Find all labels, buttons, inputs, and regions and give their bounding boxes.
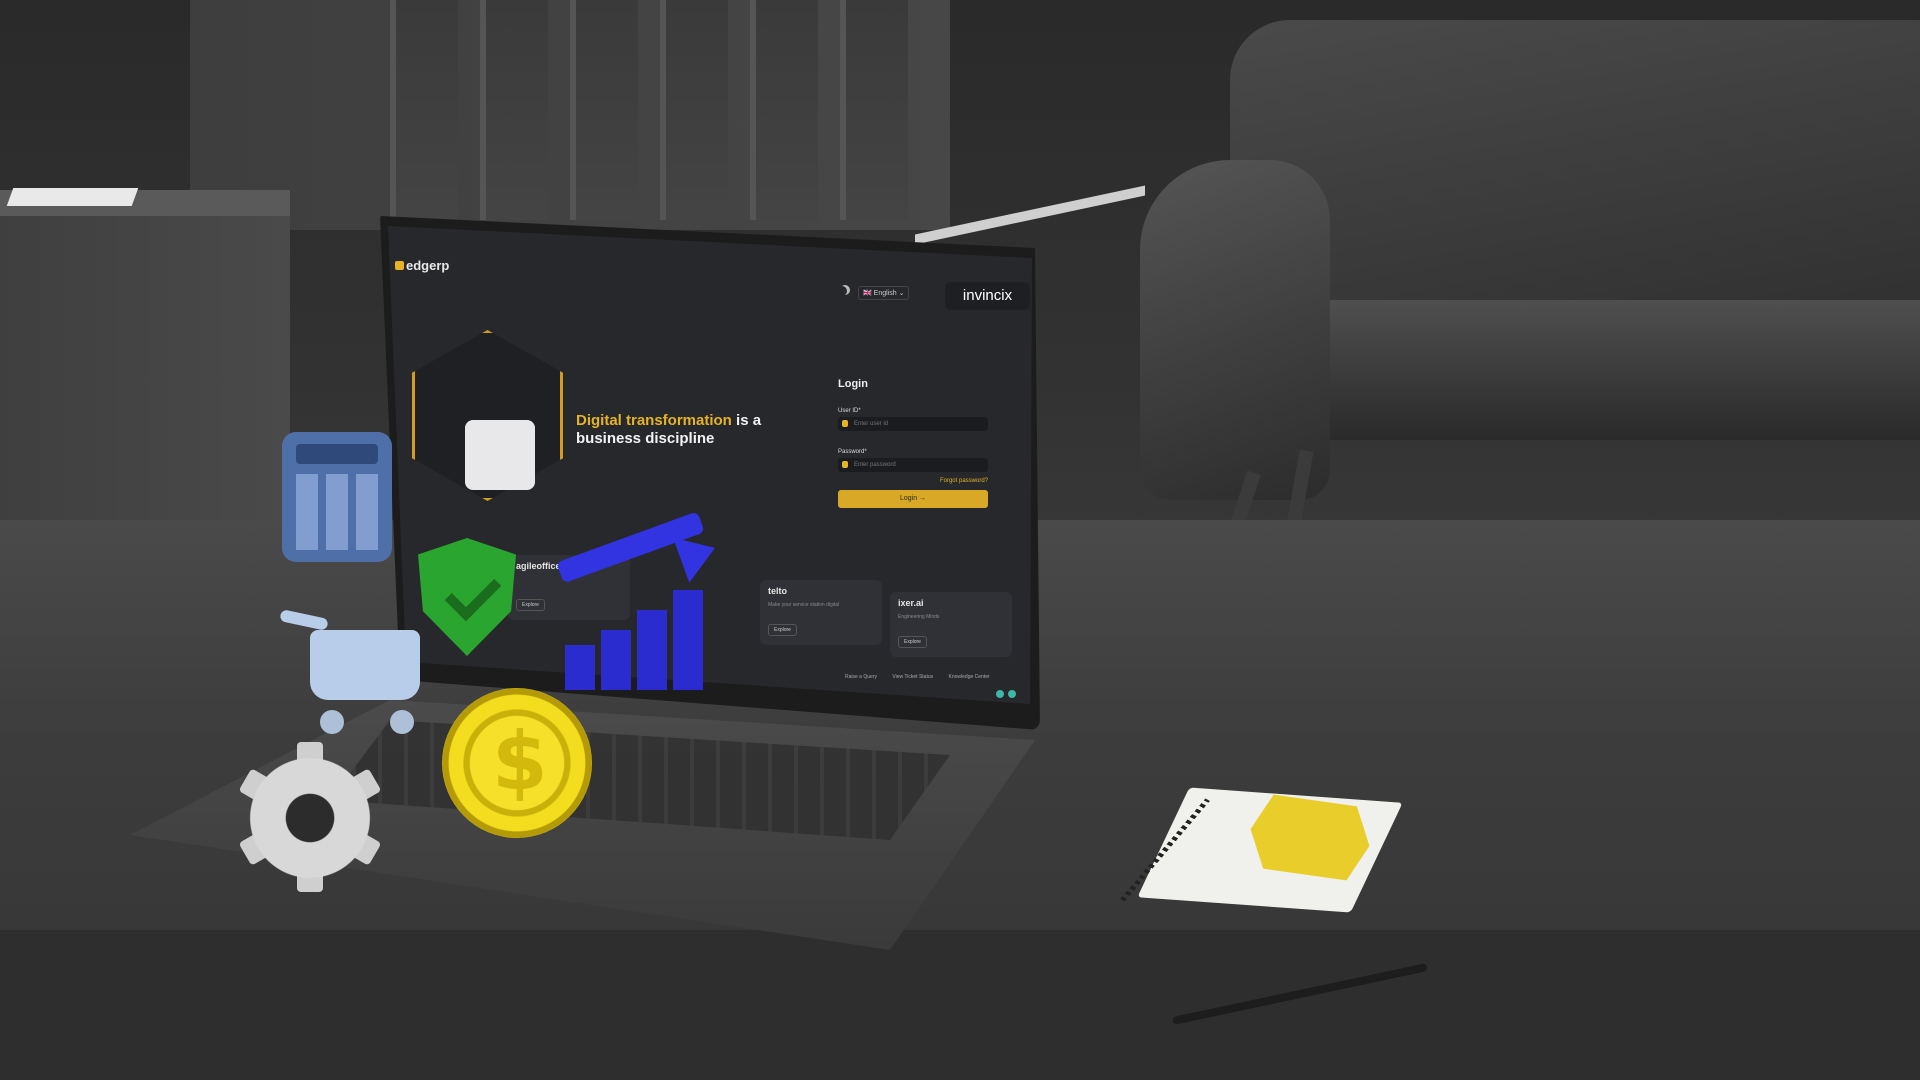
sofa: [1140, 20, 1920, 580]
sofa-seat: [1270, 300, 1920, 440]
shelf-slot: [750, 0, 818, 220]
calculator-icon: [282, 432, 392, 562]
desk-front: [0, 930, 1920, 1080]
cart-wheel: [320, 710, 344, 734]
moon-icon[interactable]: [837, 286, 847, 296]
social-icon[interactable]: [1008, 690, 1016, 698]
calculator-screen: [296, 444, 378, 464]
user-id-placeholder: Enter user id: [854, 421, 889, 427]
login-title: Login: [838, 378, 868, 390]
user-id-field[interactable]: Enter user id: [838, 417, 988, 431]
dollar-sign: $: [492, 715, 548, 808]
headline-highlight: Digital transformation: [576, 412, 732, 429]
user-icon: [842, 420, 848, 427]
user-id-label: User ID*: [838, 408, 861, 414]
product-name: agileoffice: [516, 561, 561, 571]
shelf-slot: [480, 0, 548, 220]
lock-icon: [842, 461, 848, 468]
product-desc: Engineering Minds: [898, 614, 940, 620]
chart-bar: [637, 610, 667, 690]
paper-sheet: [6, 188, 139, 206]
forgot-password-link[interactable]: Forgot password?: [838, 478, 988, 484]
social-icon[interactable]: [996, 690, 1004, 698]
side-cabinet: [0, 200, 290, 570]
calculator-keys: [296, 474, 378, 550]
language-selector[interactable]: 🇬🇧 English ⌄: [858, 286, 910, 300]
explore-button[interactable]: Explore: [768, 624, 797, 636]
footer-link[interactable]: Raise a Query: [845, 674, 877, 680]
product-name: telto: [768, 586, 787, 596]
shelf-slot: [390, 0, 458, 220]
chart-bar: [565, 645, 595, 690]
chart-bar: [673, 590, 703, 690]
login-button[interactable]: Login →: [838, 490, 988, 508]
product-card-ixer[interactable]: ixer.ai Engineering Minds Explore: [890, 592, 1012, 657]
edgerp-logo: edgerp: [395, 258, 449, 273]
shelf-slot: [840, 0, 908, 220]
footer-links: Raise a Query View Ticket Status Knowled…: [845, 674, 1004, 680]
password-placeholder: Enter password: [854, 462, 896, 468]
cart-handle: [279, 609, 329, 631]
headline: Digital transformation is a business dis…: [576, 412, 776, 448]
cart-basket: [310, 630, 420, 700]
office-scene: edgerp 🇬🇧 English ⌄ invincix Digital tra…: [0, 0, 1920, 1080]
password-field[interactable]: Enter password: [838, 458, 988, 472]
explore-button[interactable]: Explore: [516, 599, 545, 611]
logo-mark-icon: [395, 261, 404, 270]
invincix-brand: invincix: [945, 282, 1030, 310]
login-form: Login User ID* Enter user id Password* E…: [838, 378, 988, 508]
chart-bar: [601, 630, 631, 690]
product-card-telto[interactable]: telto Make your service station digital …: [760, 580, 882, 645]
cart-wheel: [390, 710, 414, 734]
bookshelf: [190, 0, 1145, 245]
shopping-cart-icon: [279, 609, 430, 740]
trend-arrow-icon: [556, 511, 724, 592]
arrow-head: [672, 525, 724, 583]
footer-link[interactable]: Knowledge Center: [949, 674, 990, 680]
shelf-slot: [660, 0, 728, 220]
product-name: ixer.ai: [898, 598, 924, 608]
growth-chart-icon: [565, 580, 705, 690]
shelf-slot: [570, 0, 638, 220]
logo-text: edgerp: [406, 258, 450, 273]
language-label: English: [873, 290, 897, 297]
gear-icon: [240, 748, 380, 888]
product-desc: Make your service station digital: [768, 602, 840, 608]
footer-link[interactable]: View Ticket Status: [892, 674, 933, 680]
explore-button[interactable]: Explore: [898, 636, 927, 648]
document-illustration-icon: [465, 420, 535, 490]
password-label: Password*: [838, 449, 867, 455]
